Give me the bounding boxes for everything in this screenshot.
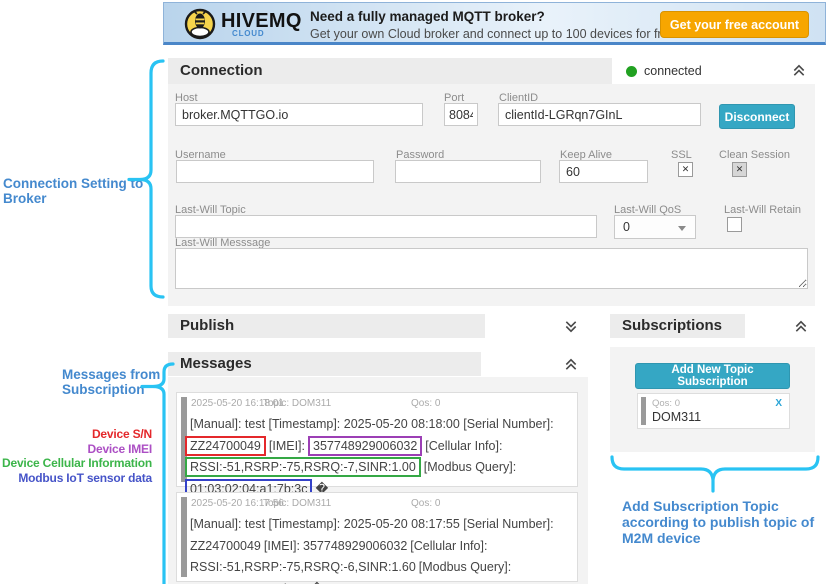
add-new-topic-subscription-button[interactable]: Add New Topic Subscription — [635, 363, 790, 389]
expand-publish-icon[interactable] — [563, 319, 579, 334]
clean-session-checkbox[interactable]: ✕ — [732, 162, 747, 177]
hivemq-bee-icon — [184, 8, 216, 42]
password-input[interactable] — [395, 160, 541, 183]
collapse-connection-icon[interactable] — [791, 63, 807, 78]
disconnect-button[interactable]: Disconnect — [719, 104, 795, 129]
subscriptions-brace — [612, 457, 818, 491]
publish-title: Publish — [180, 317, 234, 334]
connection-status: connected — [612, 58, 815, 84]
subscriptions-panel-header: Subscriptions — [610, 314, 815, 338]
collapse-subscriptions-icon[interactable] — [793, 319, 809, 334]
messages-list: 2025-05-20 16:18:01 Topic: DOM311 Qos: 0… — [168, 377, 588, 584]
message-card: 2025-05-20 16:18:01 Topic: DOM311 Qos: 0… — [176, 392, 578, 487]
cellular-info-highlight: RSSI:-51,RSRP:-75,RSRQ:-7,SINR:1.00 — [185, 457, 421, 477]
remove-subscription-icon[interactable]: X — [775, 398, 782, 409]
connected-dot-icon — [626, 66, 637, 77]
get-free-account-button[interactable]: Get your free account — [660, 11, 809, 38]
imei-highlight: 357748929006032 — [308, 436, 422, 456]
hivemq-logo: HIVEMQ CLOUD — [184, 8, 302, 42]
message-card: 2025-05-20 16:17:56 Topic: DOM311 Qos: 0… — [176, 492, 578, 582]
host-input[interactable] — [175, 103, 423, 126]
messages-panel-header: Messages — [168, 352, 585, 376]
subscriptions-title: Subscriptions — [622, 317, 722, 334]
annotation-modbus-data: Modbus IoT sensor data — [2, 471, 152, 486]
annotation-payload-legend: Device S/N Device IMEI Device Cellular I… — [2, 427, 152, 485]
connection-status-label: connected — [644, 64, 702, 78]
last-will-qos-value: 0 — [623, 220, 630, 234]
annotation-add-subscription: Add Subscription Topic according to publ… — [622, 498, 827, 546]
connection-title: Connection — [180, 62, 263, 79]
annotation-device-cellular: Device Cellular Information — [2, 456, 152, 471]
publish-panel-header: Publish — [168, 314, 585, 338]
username-input[interactable] — [176, 160, 374, 183]
last-will-topic-input[interactable] — [175, 215, 597, 238]
connection-panel: Connection connected Host Port ClientID … — [168, 58, 815, 306]
message-accent-bar — [181, 497, 187, 577]
clean-session-label: Clean Session — [719, 149, 790, 161]
dropdown-caret-icon — [678, 226, 686, 231]
collapse-messages-icon[interactable] — [563, 357, 579, 372]
banner-copy: Need a fully managed MQTT broker? Get yo… — [310, 9, 679, 41]
subscriptions-header-bar: Subscriptions — [610, 314, 745, 338]
ssl-label: SSL — [671, 149, 692, 161]
last-will-message-textarea[interactable] — [175, 248, 808, 289]
annotation-connection-setting: Connection Setting to Broker — [3, 176, 145, 206]
subscription-accent-bar — [641, 397, 646, 425]
serial-number-highlight: ZZ24700049 — [185, 436, 266, 456]
banner-headline: Need a fully managed MQTT broker? — [310, 9, 679, 24]
annotation-device-sn: Device S/N — [2, 427, 152, 442]
clientid-input[interactable] — [498, 103, 701, 126]
mqtt-websocket-client-page: { "banner": { "logo_title": "HIVEMQ", "l… — [0, 0, 827, 584]
connection-header: Connection connected — [168, 58, 815, 84]
last-will-retain-label: Last-Will Retain — [724, 204, 801, 216]
banner-subheadline: Get your own Cloud broker and connect up… — [310, 27, 679, 41]
publish-header-bar: Publish — [168, 314, 485, 338]
message-payload: [Manual]: test [Timestamp]: 2025-05-20 0… — [190, 404, 573, 500]
subscriptions-list: Add New Topic Subscription Qos: 0 X DOM3… — [610, 347, 815, 452]
annotation-messages-from-subscription: Messages from Subscription — [62, 368, 162, 397]
ssl-checkbox[interactable]: ✕ — [678, 162, 693, 177]
hivemq-banner: HIVEMQ CLOUD Need a fully managed MQTT b… — [163, 2, 826, 45]
subscription-qos: Qos: 0 — [652, 398, 680, 409]
keep-alive-input[interactable] — [559, 160, 648, 183]
subscription-topic: DOM311 — [652, 410, 701, 424]
messages-title: Messages — [180, 355, 252, 372]
port-input[interactable] — [444, 103, 478, 126]
last-will-retain-checkbox[interactable] — [727, 217, 742, 232]
messages-header-bar: Messages — [168, 352, 481, 376]
annotation-device-imei: Device IMEI — [2, 442, 152, 457]
last-will-qos-select[interactable]: 0 — [614, 215, 696, 239]
message-payload: [Manual]: test [Timestamp]: 2025-05-20 0… — [190, 504, 573, 584]
subscription-item: Qos: 0 X DOM311 — [637, 393, 790, 429]
